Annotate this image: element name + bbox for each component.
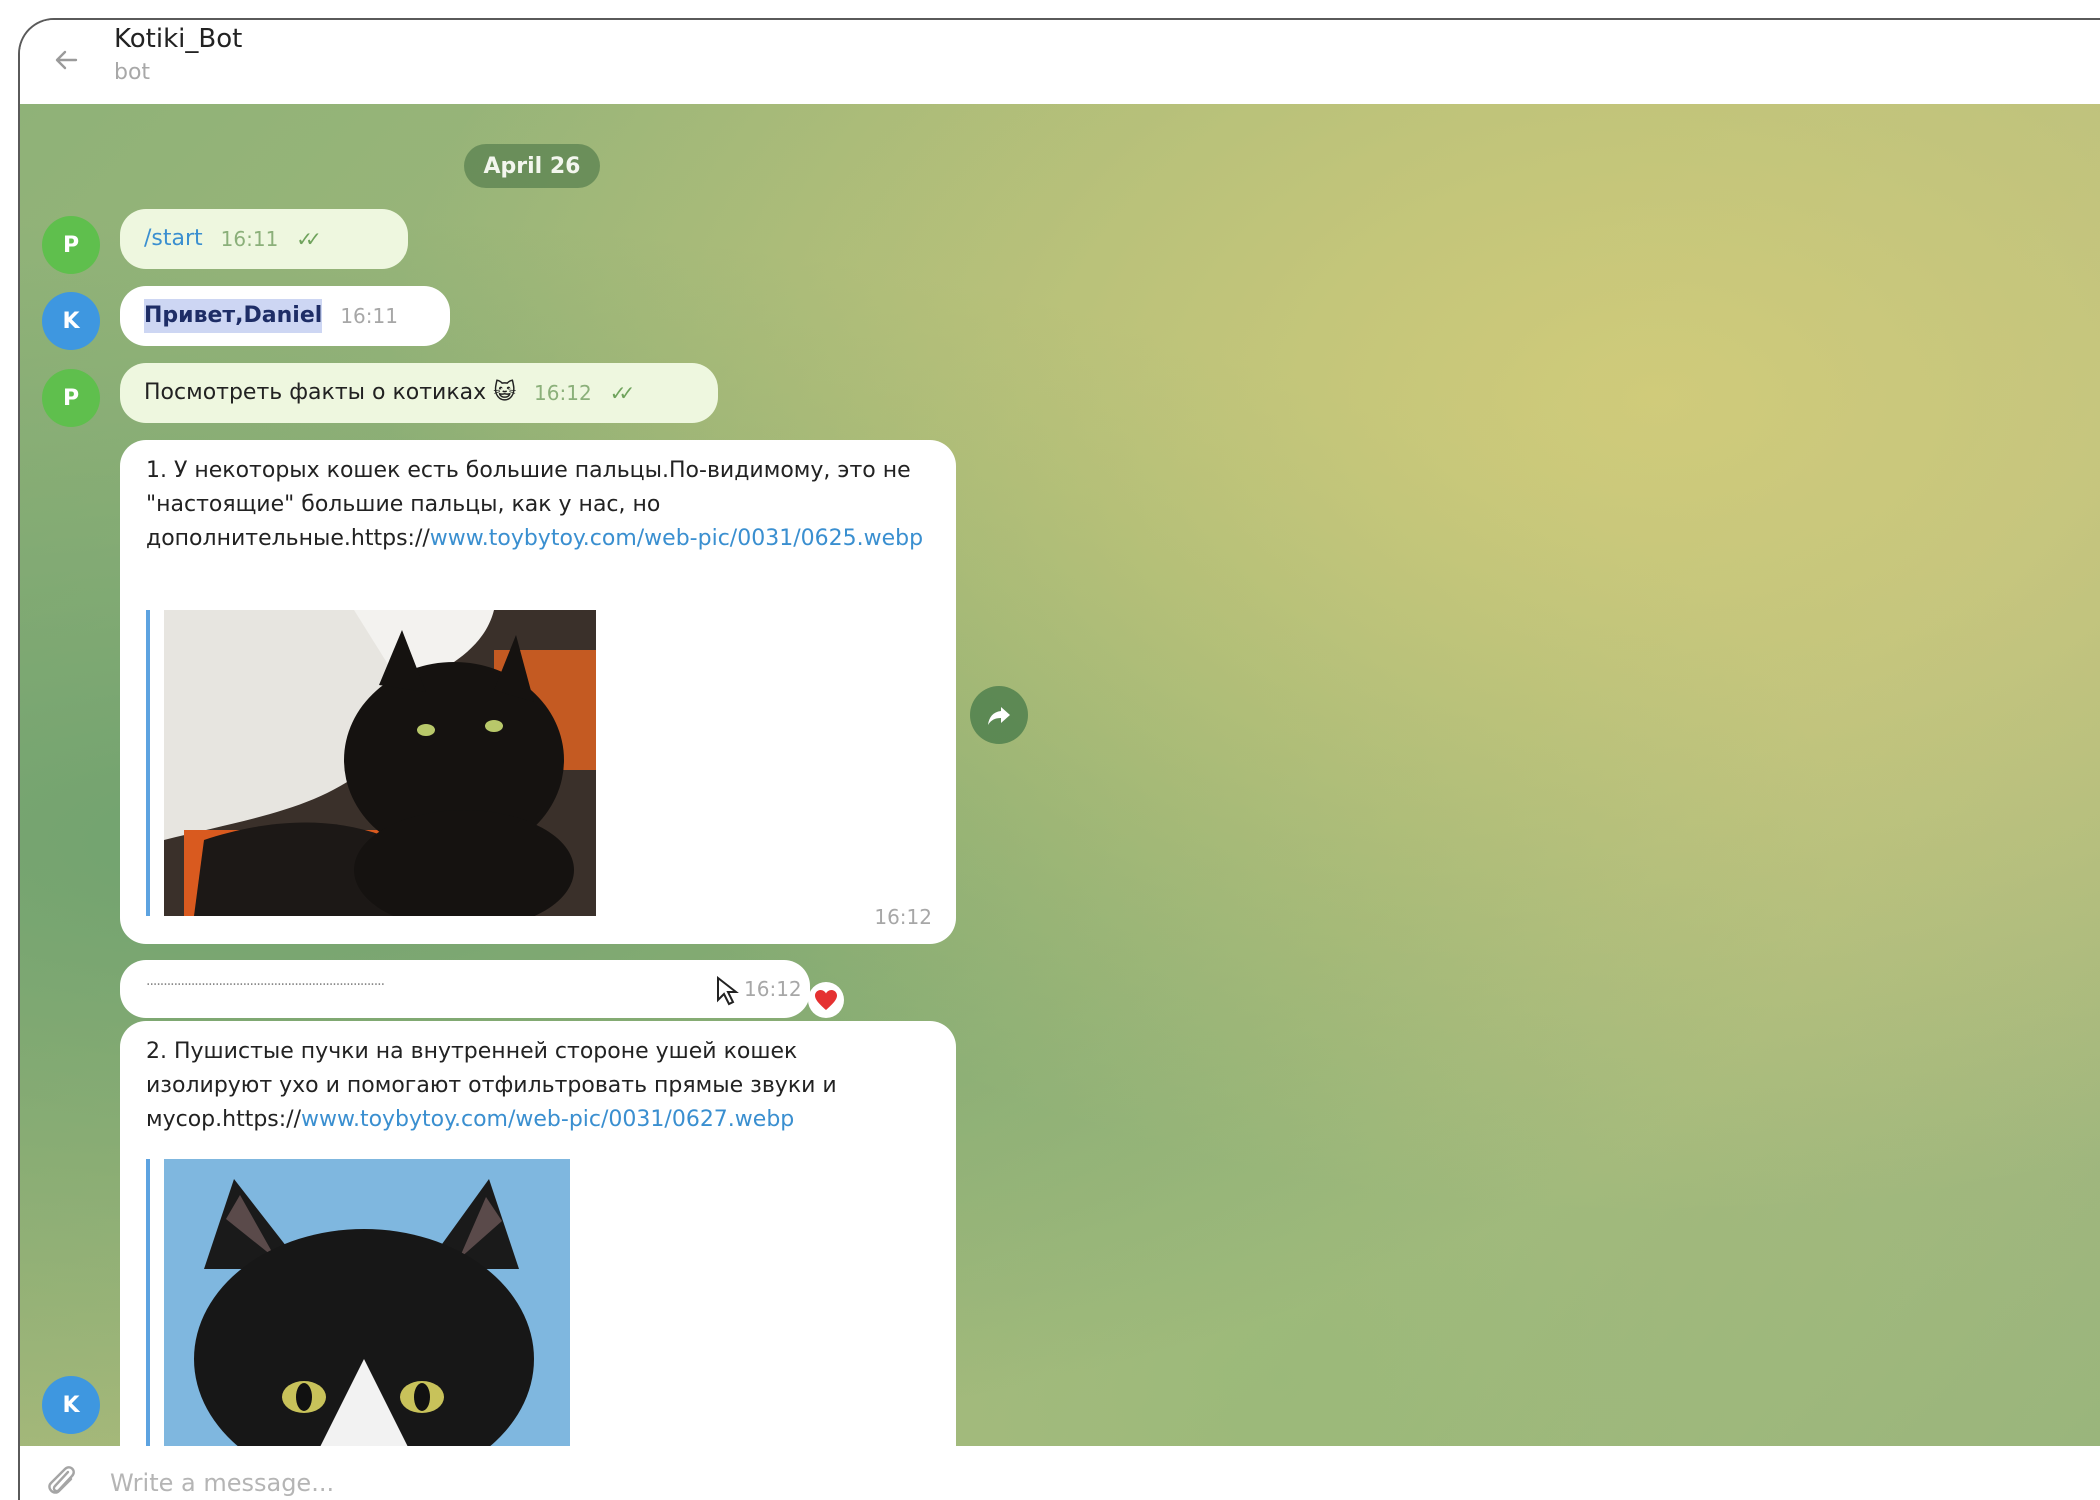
message-bubble[interactable]: 1. У некоторых кошек есть большие пальцы…: [120, 440, 956, 944]
link-preview-bar: [146, 1159, 156, 1446]
message-bubble[interactable]: Привет,Daniel 16:11: [120, 286, 450, 346]
chat-header: Kotiki_Bot bot: [20, 20, 2100, 104]
message-bubble[interactable]: 2. Пушистые пучки на внутренней стороне …: [120, 1021, 956, 1446]
back-button[interactable]: [46, 40, 86, 80]
black-cat-image: [164, 610, 596, 916]
message-bubble[interactable]: /start 16:11 ✓✓: [120, 209, 408, 269]
read-checks-icon: ✓✓: [609, 381, 635, 405]
chat-subtitle: bot: [114, 60, 151, 85]
message-time: 16:12: [534, 381, 592, 405]
message-time: 16:12: [744, 977, 802, 1001]
avatar[interactable]: P: [42, 216, 100, 274]
message-input[interactable]: [108, 1460, 1012, 1500]
message-time: 16:11: [340, 304, 398, 328]
share-button[interactable]: [970, 686, 1028, 744]
arrow-left-icon: [55, 50, 78, 70]
reaction-heart-icon[interactable]: [808, 982, 844, 1018]
cat-emoji-icon: 😺: [493, 380, 517, 405]
cat-photo-2[interactable]: [164, 1159, 570, 1446]
message-text: 1. У некоторых кошек есть большие пальцы…: [146, 458, 924, 551]
chat-title[interactable]: Kotiki_Bot: [114, 24, 242, 54]
share-arrow-icon: [988, 707, 1010, 725]
message-bubble[interactable]: ········································…: [120, 960, 810, 1018]
message-text[interactable]: /start: [144, 222, 203, 256]
paperclip-icon: [48, 1466, 75, 1494]
message-text: 2. Пушистые пучки на внутренней стороне …: [146, 1039, 837, 1132]
message-text: ········································…: [146, 977, 385, 993]
cat-photo-1[interactable]: [164, 610, 596, 916]
message-time: 16:12: [874, 905, 932, 929]
mouse-cursor-icon: [717, 976, 739, 1006]
chat-area[interactable]: April 26 P /start 16:11 ✓✓ K Привет,Dani…: [20, 104, 2100, 1446]
date-separator: April 26: [464, 144, 600, 188]
message-time: 16:11: [220, 227, 279, 251]
attach-button[interactable]: [42, 1460, 82, 1500]
tuxedo-cat-image: [164, 1159, 570, 1446]
composer-bar: [20, 1446, 2100, 1500]
read-checks-icon: ✓✓: [296, 227, 321, 251]
message-text: Привет,Daniel: [144, 299, 323, 333]
avatar[interactable]: K: [42, 292, 100, 350]
message-link[interactable]: www.toybytoy.com/web-pic/0031/0625.webp: [430, 526, 923, 551]
message-bubble[interactable]: Посмотреть факты о котиках 😺 16:12 ✓✓: [120, 363, 718, 423]
telegram-window: Kotiki_Bot bot April 26 P /start 16:11 ✓…: [18, 18, 2100, 1500]
avatar[interactable]: P: [42, 369, 100, 427]
message-text: Посмотреть факты о котиках 😺: [144, 380, 517, 405]
message-link[interactable]: www.toybytoy.com/web-pic/0031/0627.webp: [301, 1107, 794, 1132]
avatar[interactable]: K: [42, 1376, 100, 1434]
link-preview-bar: [146, 610, 156, 916]
